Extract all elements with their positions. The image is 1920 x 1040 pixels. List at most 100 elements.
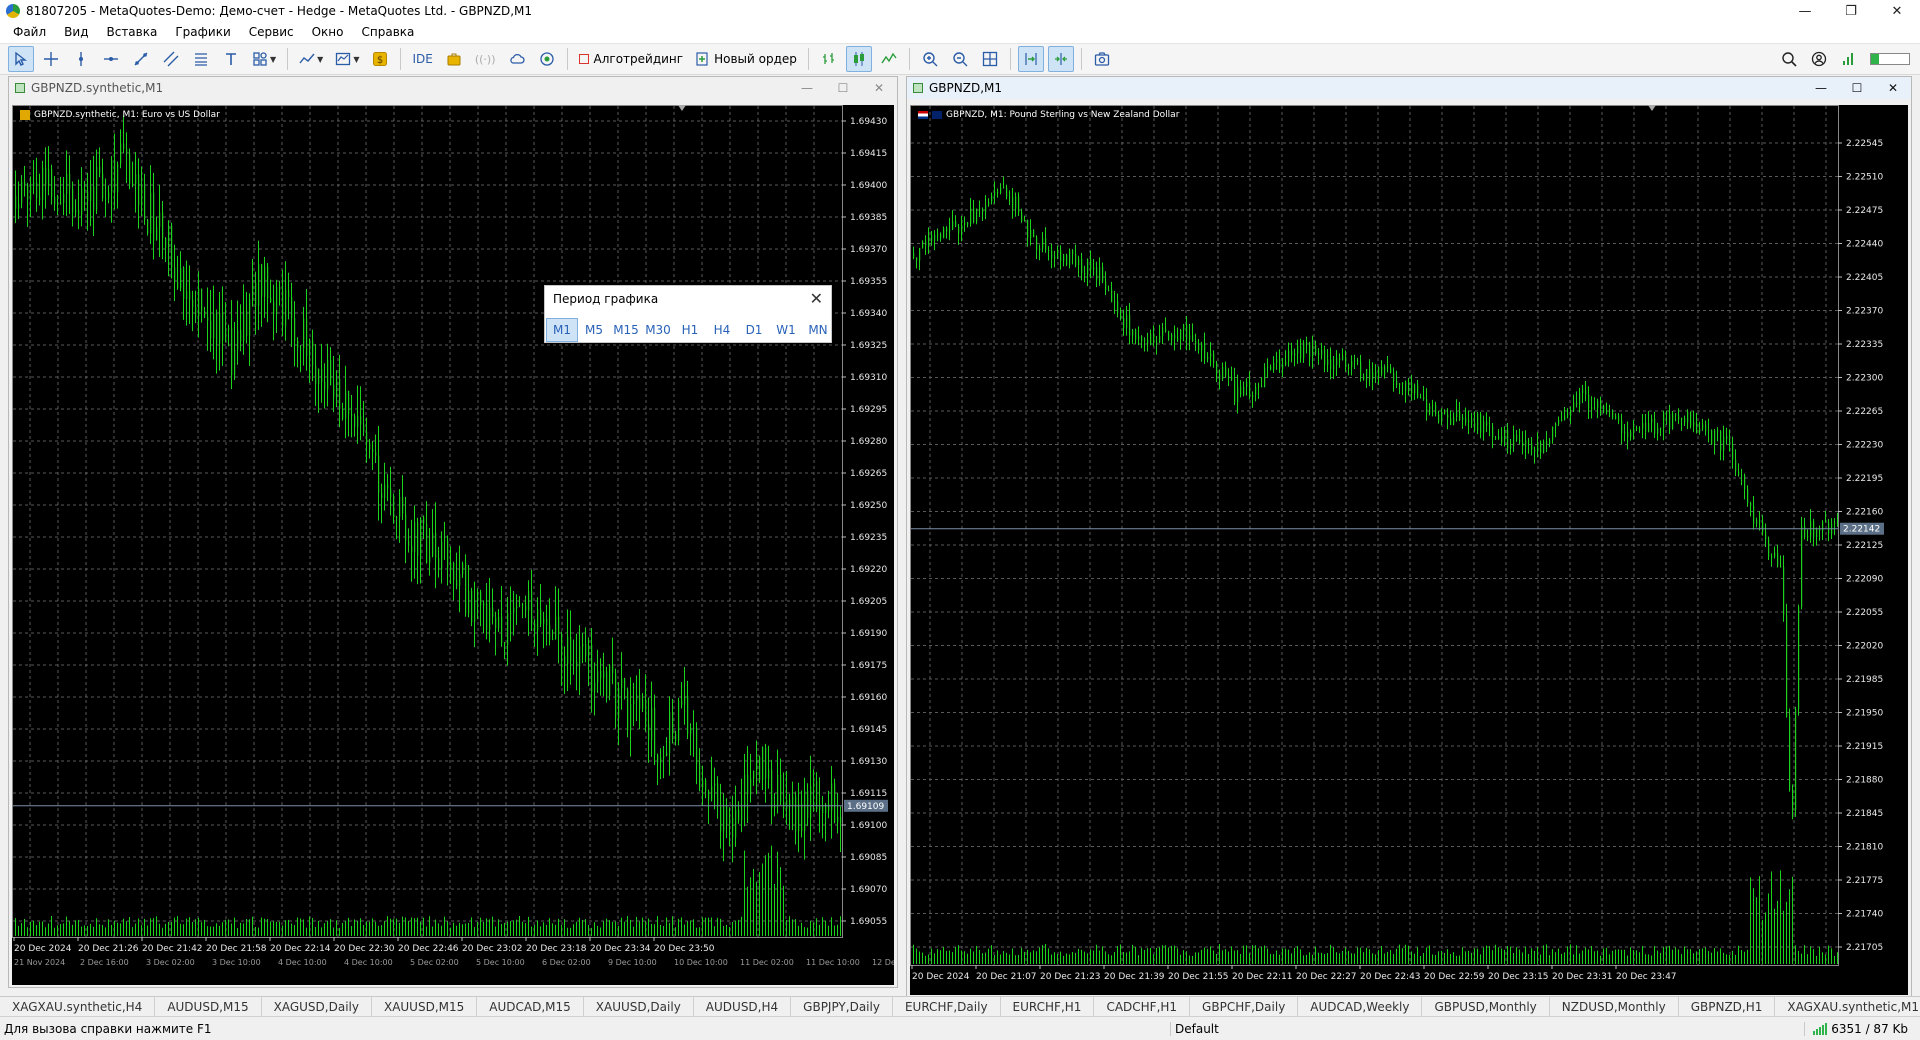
chart-tab[interactable]: XAUUSD,Daily — [584, 997, 694, 1016]
chart-header[interactable]: GBPNZD.synthetic,M1 — ☐ ✕ — [9, 77, 897, 99]
bar-chart-icon[interactable] — [816, 46, 842, 72]
vertical-line-icon[interactable] — [68, 46, 94, 72]
time-label: 20 Dec 21:39 — [1104, 972, 1165, 982]
text-tool-icon[interactable] — [218, 46, 244, 72]
autoscroll-icon[interactable] — [1017, 46, 1044, 72]
chart-tab[interactable]: AUDUSD,M15 — [155, 997, 262, 1016]
candle-body — [807, 791, 809, 819]
zoom-in-icon[interactable] — [917, 46, 943, 72]
restore-button[interactable]: ❐ — [1828, 0, 1874, 22]
ide-button[interactable]: IDE — [408, 46, 436, 72]
signals-icon[interactable]: ((·)) — [471, 46, 500, 72]
candle-body — [1606, 411, 1608, 413]
search-icon[interactable] — [1776, 46, 1802, 72]
period-h4-button[interactable]: H4 — [706, 318, 738, 342]
candle-body — [249, 299, 251, 337]
chart-tab[interactable]: XAUUSD,M15 — [372, 997, 478, 1016]
line-chart-icon[interactable] — [876, 46, 902, 72]
chart-tab[interactable]: XAGUSD,Daily — [262, 997, 372, 1016]
period-m1-button[interactable]: M1 — [546, 318, 578, 342]
menu-view[interactable]: Вид — [55, 22, 97, 43]
chart-canvas[interactable]: 1.69430 1.69415 1.69400 1.69385 1.69370 1.693… — [12, 105, 894, 985]
period-d1-button[interactable]: D1 — [738, 318, 770, 342]
chart-tab[interactable]: NZDUSD,Monthly — [1550, 997, 1679, 1016]
chart-shift-marker[interactable] — [1648, 105, 1656, 111]
chart-tab[interactable]: AUDUSD,H4 — [694, 997, 792, 1016]
menu-insert[interactable]: Вставка — [97, 22, 166, 43]
chart-tab[interactable]: GBPUSD,Monthly — [1422, 997, 1550, 1016]
algo-trading-button[interactable]: Алготрейдинг — [575, 46, 688, 72]
menu-charts[interactable]: Графики — [166, 22, 239, 43]
maximize-icon[interactable]: ☐ — [1839, 81, 1875, 95]
briefcase-icon[interactable] — [441, 46, 467, 72]
chart-tab[interactable]: EURCHF,H1 — [1001, 997, 1095, 1016]
account-icon[interactable] — [1806, 46, 1832, 72]
chart-tab[interactable]: GBPNZD,H1 — [1679, 997, 1776, 1016]
candle-body — [1690, 411, 1692, 426]
chart-window-gbpnzd-synthetic[interactable]: GBPNZD.synthetic,M1 — ☐ ✕ 1.69430 1.69415… — [8, 76, 898, 988]
minimize-button[interactable]: — — [1782, 0, 1828, 22]
candle-body — [1048, 249, 1050, 251]
period-h1-button[interactable]: H1 — [674, 318, 706, 342]
chart-tab[interactable]: GBPJPY,Daily — [791, 997, 893, 1016]
cloud-icon[interactable] — [504, 46, 530, 72]
candle-body — [276, 286, 278, 315]
chart-shift-icon[interactable] — [1047, 46, 1074, 72]
period-m30-button[interactable]: M30 — [642, 318, 674, 342]
shapes-icon[interactable]: ▼ — [248, 46, 280, 72]
vps-icon[interactable] — [534, 46, 560, 72]
horizontal-line-icon[interactable] — [98, 46, 124, 72]
chart-tab[interactable]: XAGXAU.synthetic,M1 — [1775, 997, 1920, 1016]
chart-canvas[interactable]: 2.22545 2.22510 2.22475 2.22440 2.22405 2.223… — [910, 105, 1908, 995]
menu-file[interactable]: Файл — [4, 22, 55, 43]
chart-tab[interactable]: AUDCAD,Weekly — [1298, 997, 1423, 1016]
close-icon[interactable]: ✕ — [1875, 81, 1911, 95]
new-order-button[interactable]: Новый ордер — [691, 46, 801, 72]
market-coin-icon[interactable]: $ — [367, 46, 393, 72]
chart-tab[interactable]: CADCHF,H1 — [1094, 997, 1191, 1016]
close-icon[interactable]: ✕ — [861, 81, 897, 95]
chart-tab[interactable]: XAGXAU.synthetic,H4 — [0, 997, 156, 1016]
chart-header[interactable]: GBPNZD,M1 — ☐ ✕ — [907, 77, 1911, 99]
chart-tab[interactable]: EURCHF,Daily — [893, 997, 1001, 1016]
period-mn-button[interactable]: MN — [802, 318, 834, 342]
chart-tab[interactable]: AUDCAD,M15 — [477, 997, 584, 1016]
menu-help[interactable]: Справка — [353, 22, 424, 43]
screenshot-icon[interactable] — [1089, 46, 1115, 72]
tile-windows-icon[interactable] — [977, 46, 1003, 72]
candlestick-icon[interactable] — [845, 46, 872, 72]
menu-tools[interactable]: Сервис — [240, 22, 303, 43]
period-m5-button[interactable]: M5 — [578, 318, 610, 342]
channel-icon[interactable] — [158, 46, 184, 72]
indicators-icon[interactable]: ▼ — [295, 46, 327, 72]
period-m15-button[interactable]: M15 — [610, 318, 642, 342]
crosshair-icon[interactable] — [38, 46, 64, 72]
cursor-icon[interactable] — [8, 46, 34, 72]
close-button[interactable]: ✕ — [1874, 0, 1920, 22]
candle-body — [129, 153, 131, 184]
fibonacci-icon[interactable] — [188, 46, 214, 72]
period-w1-button[interactable]: W1 — [770, 318, 802, 342]
maximize-icon[interactable]: ☐ — [825, 81, 861, 95]
zoom-out-icon[interactable] — [947, 46, 973, 72]
candle-body — [1534, 449, 1536, 452]
chart-window-gbpnzd[interactable]: GBPNZD,M1 — ☐ ✕ 2.22545 2.22510 2.22475 2.2… — [906, 76, 1912, 998]
candle-body — [576, 661, 578, 667]
status-profile[interactable]: Default — [1170, 1021, 1804, 1036]
candle-body — [1372, 371, 1374, 380]
candle-body — [471, 590, 473, 623]
templates-icon[interactable]: ▼ — [331, 46, 363, 72]
minimize-icon[interactable]: — — [789, 81, 825, 95]
close-icon[interactable]: ✕ — [810, 289, 823, 308]
candle-body — [1657, 427, 1659, 434]
trendline-icon[interactable] — [128, 46, 154, 72]
candle-body — [1030, 229, 1032, 238]
candle-body — [1771, 556, 1773, 558]
minimize-icon[interactable]: — — [1803, 81, 1839, 95]
candle-body — [603, 671, 605, 679]
menu-window[interactable]: Окно — [303, 22, 353, 43]
chart-shift-marker[interactable] — [678, 105, 686, 111]
candle-body — [429, 555, 431, 564]
chart-tab[interactable]: GBPCHF,Daily — [1190, 997, 1299, 1016]
candle-body — [1312, 344, 1314, 357]
